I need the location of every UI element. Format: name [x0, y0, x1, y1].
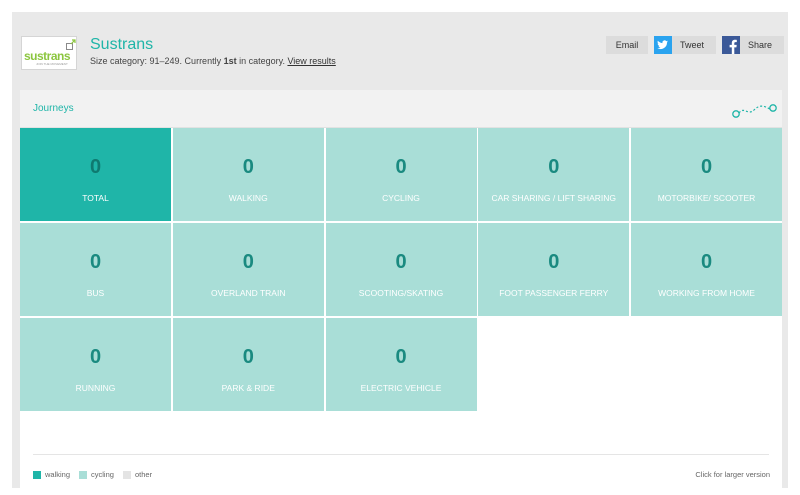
- tile-label: CYCLING: [382, 193, 420, 203]
- legend-label: other: [135, 470, 153, 479]
- tile-value: 0: [548, 156, 560, 178]
- tile-value: 0: [395, 345, 407, 368]
- tile-value: 0: [700, 250, 713, 273]
- header: sustrans JOIN THE MOVEMENT Sustrans Size…: [12, 12, 788, 90]
- journey-tile-overland-train[interactable]: 0 OVERLAND TRAIN: [172, 222, 324, 316]
- journey-tile-bus[interactable]: 0 BUS: [20, 222, 171, 316]
- tile-value: 0: [700, 156, 713, 178]
- email-label: Email: [615, 40, 639, 50]
- tile-label: PARK & RIDE: [221, 382, 275, 393]
- tile-label: CAR SHARING / LIFT SHARING: [491, 193, 617, 203]
- tile-value: 0: [89, 345, 102, 368]
- journey-tile-car-sharing-lift-sharing[interactable]: 0 CAR SHARING / LIFT SHARING: [478, 128, 630, 221]
- tile-value: 0: [395, 250, 407, 273]
- widget-frame: sustrans JOIN THE MOVEMENT Sustrans Size…: [12, 12, 788, 488]
- legend-swatch-walking: [33, 471, 41, 479]
- tile-label: WORKING FROM HOME: [658, 287, 755, 298]
- facebook-share-button[interactable]: Share: [722, 36, 784, 54]
- journey-tile-working-from-home[interactable]: 0 WORKING FROM HOME: [631, 222, 782, 316]
- journey-tile-running[interactable]: 0 RUNNING: [20, 317, 171, 411]
- tile-value: 0: [242, 156, 254, 178]
- size-prefix: Size category: 91–249. Currently: [90, 56, 224, 66]
- tile-value: 0: [89, 156, 102, 178]
- tile-value: 0: [242, 345, 254, 368]
- logo-tagline: JOIN THE MOVEMENT: [36, 62, 68, 66]
- tile-label: OVERLAND TRAIN: [211, 287, 286, 298]
- legend-swatch-cycling: [79, 471, 87, 479]
- route-icon: [732, 104, 777, 118]
- journeys-grid: 0 TOTAL 0 WALKING 0 CYCLING 0 CAR SHARING / LIF…: [20, 128, 782, 412]
- tweet-label: Tweet: [680, 40, 705, 50]
- legend-label: cycling: [91, 470, 114, 479]
- journeys-panel: Journeys 0 TOTAL 0 WALKING 0 CYCLING 0 CAR SHAR…: [20, 90, 782, 488]
- tile-label: WALKING: [228, 193, 268, 203]
- email-button[interactable]: Email: [606, 36, 648, 54]
- sustrans-logo: sustrans JOIN THE MOVEMENT: [21, 36, 77, 70]
- journey-tile-park-ride[interactable]: 0 PARK & RIDE: [172, 317, 324, 411]
- larger-version-link[interactable]: Click for larger version: [670, 470, 770, 480]
- legend-label: walking: [45, 470, 71, 479]
- tile-label: FOOT PASSENGER FERRY: [499, 287, 609, 298]
- organisation-name: Sustrans: [90, 36, 154, 53]
- tile-value: 0: [242, 250, 254, 273]
- tile-label: MOTORBIKE/ SCOOTER: [657, 193, 756, 203]
- size-suffix: in category.: [236, 56, 288, 66]
- tweet-button[interactable]: Tweet: [654, 36, 716, 54]
- journey-tile-walking[interactable]: 0 WALKING: [172, 128, 324, 221]
- tile-value: 0: [89, 250, 102, 273]
- journey-tile-cycling[interactable]: 0 CYCLING: [325, 128, 477, 221]
- tile-value: 0: [395, 156, 407, 178]
- view-results-link[interactable]: View results: [287, 56, 335, 66]
- rank: 1st: [223, 56, 237, 66]
- tile-label: BUS: [86, 287, 105, 298]
- logo-text: sustrans: [24, 49, 71, 63]
- tile-label: SCOOTING/SKATING: [358, 287, 444, 298]
- legend-swatch-other: [123, 471, 131, 479]
- journey-tile-electric-vehicle[interactable]: 0 ELECTRIC VEHICLE: [325, 317, 477, 411]
- tile-label: TOTAL: [82, 193, 109, 203]
- panel-title: Journeys: [33, 103, 74, 114]
- facebook-icon: [722, 36, 740, 54]
- share-label: Share: [748, 40, 773, 50]
- size-category-line: Size category: 91–249. Currently 1st in …: [90, 56, 336, 66]
- tile-value: 0: [548, 250, 560, 273]
- journey-tile-motorbike-scooter[interactable]: 0 MOTORBIKE/ SCOOTER: [631, 128, 782, 221]
- panel-header: Journeys: [20, 90, 782, 128]
- divider: [33, 454, 769, 455]
- journey-tile-scooting-skating[interactable]: 0 SCOOTING/SKATING: [325, 222, 477, 316]
- twitter-icon: [654, 36, 672, 54]
- journey-tile-total[interactable]: 0 TOTAL: [20, 128, 171, 221]
- tile-label: ELECTRIC VEHICLE: [360, 382, 442, 393]
- journey-tile-foot-passenger-ferry[interactable]: 0 FOOT PASSENGER FERRY: [478, 222, 630, 316]
- tile-label: RUNNING: [75, 382, 116, 393]
